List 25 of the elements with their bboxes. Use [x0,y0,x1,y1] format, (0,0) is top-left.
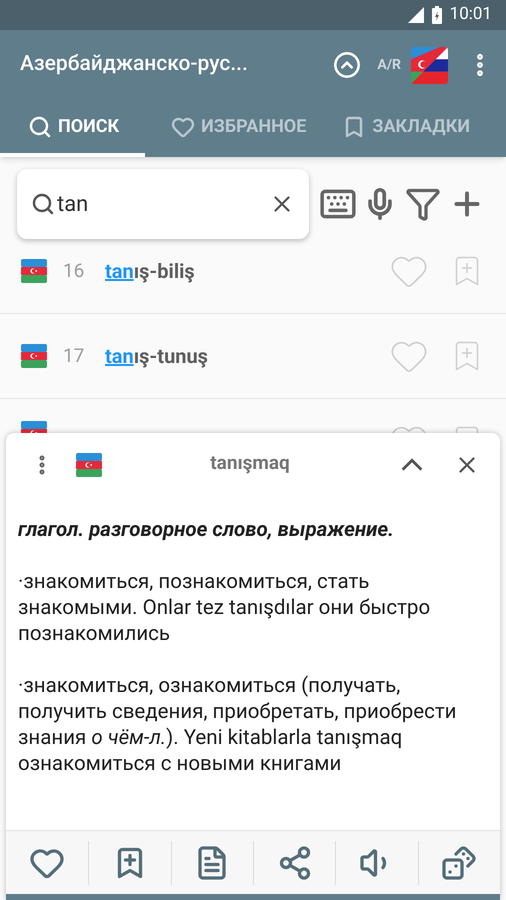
clock-text: 10:01 [450,3,492,26]
entry-number: 17 [63,342,86,369]
card-title: tanışmaq [209,450,291,476]
search-field[interactable]: tan [17,169,309,239]
definition-text: ·знакомиться, познакомиться, стать знакомыми. Onlar tez tanışdılar они быстро познакомились [18,569,432,647]
flag-icon [21,259,47,283]
entry-number: 16 [63,258,86,284]
tab[interactable]: ЗАКЛАДКИ [316,100,480,157]
definition-text: ·знакомиться, ознакомиться (получать, получить сведения, приобретать, приобрести знания о чём-л.). Yeni kitablarla tanışmaq ознакомиться с новыми книгами [18,673,458,777]
flag-icon [21,344,47,368]
search-icon [31,192,55,216]
entry-word[interactable]: tanış-biliş [105,256,195,286]
tab[interactable]: ПОИСК [0,100,146,157]
tab[interactable]: ИЗБРАННОЕ [145,100,316,157]
signal-icon [408,7,424,23]
flag-icon [76,453,102,477]
entry-word[interactable]: tanış-tunuş [105,341,208,371]
direction-toggle[interactable]: A/R [377,54,401,76]
flag-icon[interactable] [411,46,448,84]
app-title: Азербайджанско-рус... [20,51,248,78]
search-icon [28,114,52,138]
dice-icon[interactable] [441,844,478,880]
part-of-speech: глагол. разговорное слово, выражение. [18,517,395,543]
scroll-up-icon[interactable] [333,51,362,79]
battery-icon [432,6,442,24]
